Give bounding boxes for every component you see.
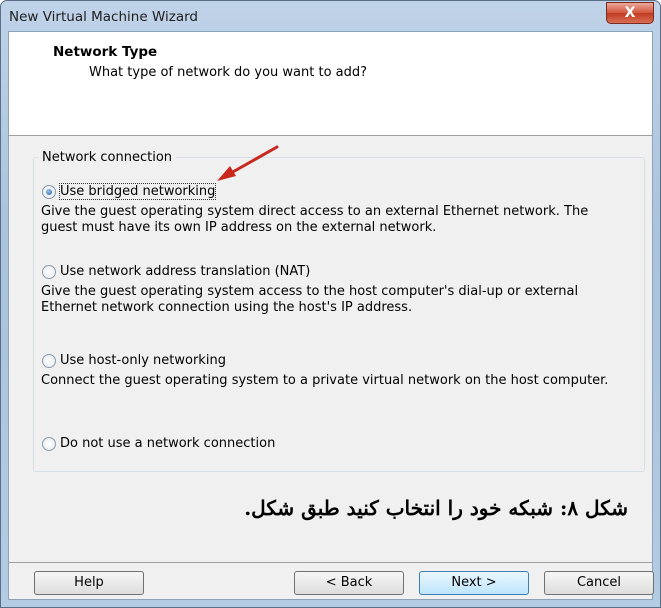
window-title: New Virtual Machine Wizard — [9, 9, 198, 25]
radio-button[interactable] — [42, 437, 56, 451]
close-icon: X — [624, 5, 636, 21]
back-button[interactable]: < Back — [294, 571, 404, 595]
button-bar: Help < Back Next > Cancel — [9, 562, 654, 599]
wizard-header: Network Type What type of network do you… — [9, 32, 652, 136]
wizard-window: New Virtual Machine Wizard X Network Typ… — [0, 0, 661, 608]
annotation-arrow-icon — [217, 145, 279, 181]
close-button[interactable]: X — [606, 2, 654, 24]
help-button[interactable]: Help — [34, 571, 144, 595]
page-subtitle: What type of network do you want to add? — [89, 65, 368, 80]
desc-nat: Give the guest operating system access t… — [41, 284, 579, 315]
radio-button[interactable] — [42, 265, 56, 279]
dialog-client: Network Type What type of network do you… — [8, 31, 654, 600]
cancel-button[interactable]: Cancel — [544, 571, 654, 595]
wizard-body: Network connection Use bridged networkin… — [9, 136, 652, 566]
radio-label-no-network[interactable]: Do not use a network connection — [60, 436, 275, 451]
figure-caption: شکل ۸: شبکه خود را انتخاب کنید طبق شکل. — [244, 496, 628, 520]
next-button[interactable]: Next > — [419, 571, 529, 595]
radio-button[interactable] — [42, 354, 56, 368]
page-title: Network Type — [53, 44, 158, 60]
radio-label-nat[interactable]: Use network address translation (NAT) — [60, 264, 310, 279]
radio-label-host-only[interactable]: Use host-only networking — [60, 353, 226, 368]
desc-host-only: Connect the guest operating system to a … — [41, 373, 609, 388]
title-bar: New Virtual Machine Wizard X — [1, 1, 660, 31]
